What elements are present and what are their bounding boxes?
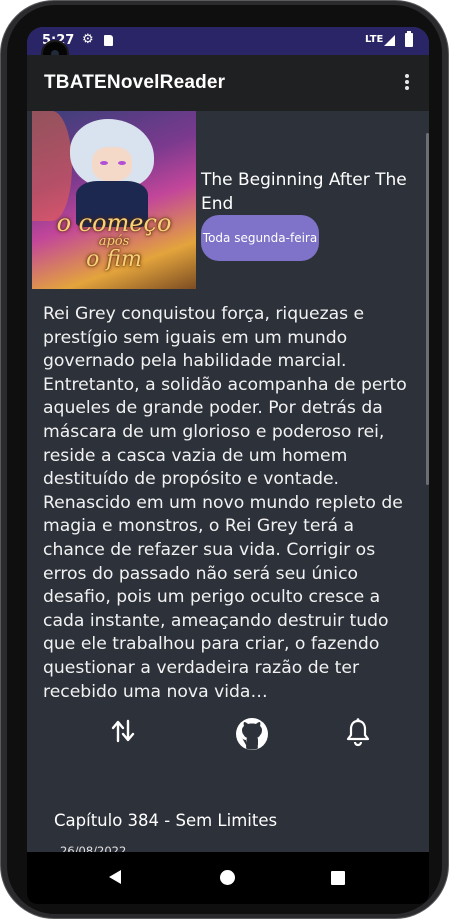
latest-chapter-title[interactable]: Capítulo 384 - Sem Limites xyxy=(54,811,277,830)
status-bar: 5:27 ⚙ LTE xyxy=(27,27,429,55)
action-row xyxy=(27,717,429,757)
github-icon[interactable] xyxy=(232,717,272,757)
phone-frame: 5:27 ⚙ LTE TBATENovelReader xyxy=(0,0,449,919)
schedule-chip[interactable]: Toda segunda-feira xyxy=(201,215,319,261)
gear-icon: ⚙ xyxy=(82,32,94,47)
battery-icon xyxy=(405,31,413,47)
novel-title: The Beginning After The End xyxy=(201,170,407,214)
app-title: TBATENovelReader xyxy=(44,72,226,93)
novel-cover-image: o começo após o fim xyxy=(32,111,196,289)
back-icon[interactable] xyxy=(109,870,121,884)
bell-icon[interactable] xyxy=(338,717,378,757)
swap-vertical-icon[interactable] xyxy=(103,717,143,757)
cover-logo: o começo após o fim xyxy=(56,209,172,272)
novel-synopsis: Rei Grey conquistou força, riquezas e pr… xyxy=(43,304,407,702)
screen: 5:27 ⚙ LTE TBATENovelReader xyxy=(27,27,429,904)
system-nav-bar xyxy=(27,852,429,904)
novel-details[interactable]: o começo após o fim The Beginning After … xyxy=(27,111,429,858)
more-vertical-icon[interactable] xyxy=(397,73,417,93)
phone-bezel: 5:27 ⚙ LTE TBATENovelReader xyxy=(7,5,442,914)
sd-card-icon xyxy=(104,35,113,46)
recents-icon[interactable] xyxy=(331,871,345,885)
app-bar: TBATENovelReader xyxy=(27,55,429,111)
network-type: LTE xyxy=(365,34,384,45)
home-icon[interactable] xyxy=(220,870,235,885)
signal-icon xyxy=(384,35,395,46)
